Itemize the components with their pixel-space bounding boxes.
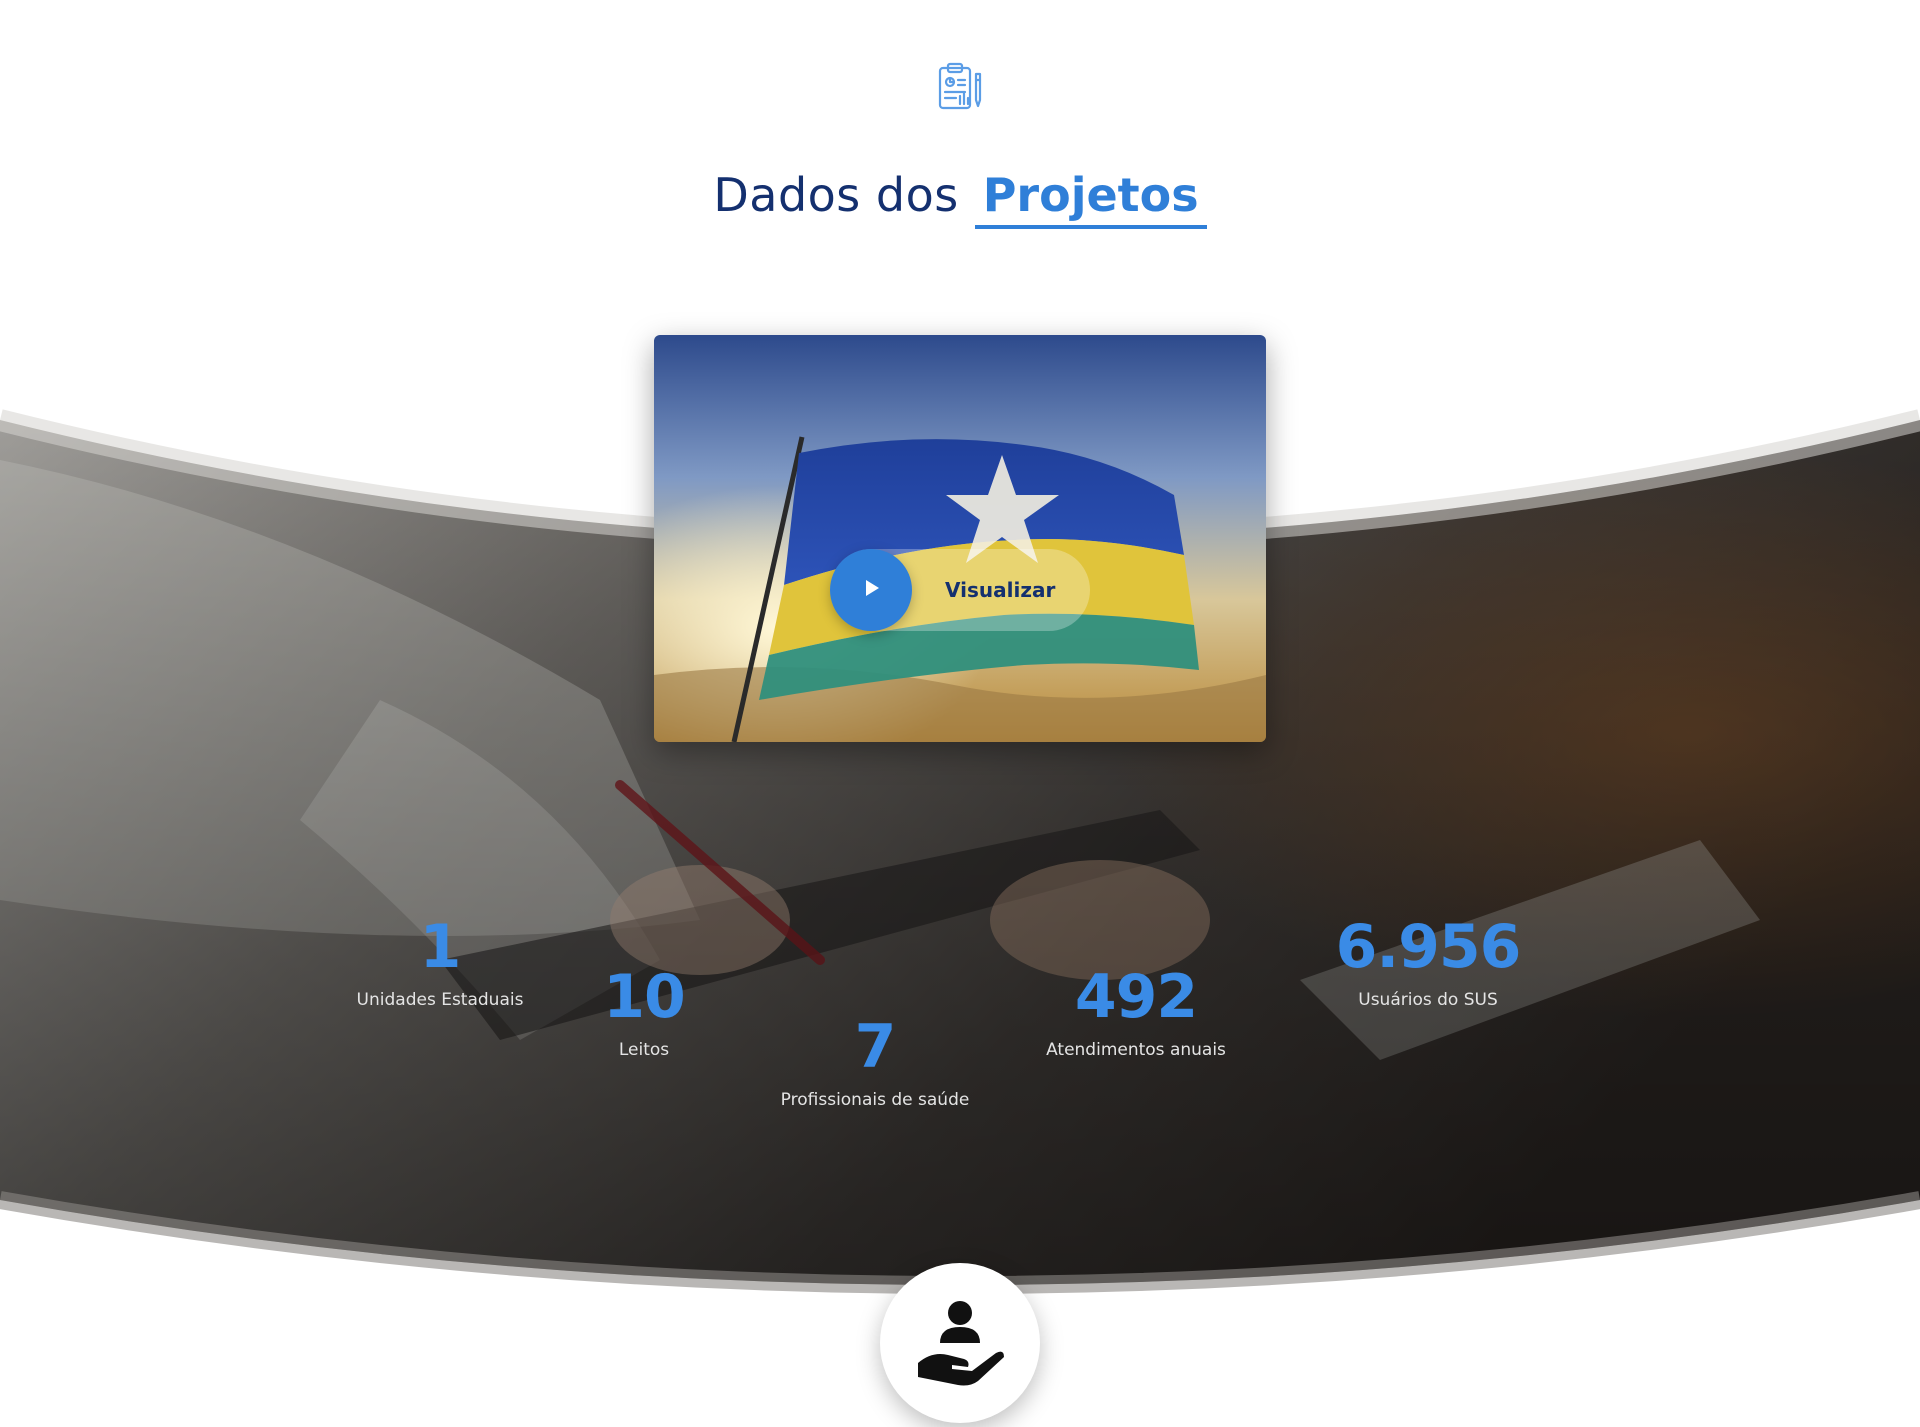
stat-label: Profissionais de saúde (780, 1090, 970, 1110)
care-badge (880, 1263, 1040, 1423)
section-title: Dados dos Projetos (0, 160, 1920, 230)
stat-value: 7 (854, 1012, 897, 1082)
stat-usuarios: 6.956 Usuários do SUS (1278, 915, 1578, 1011)
stat-value: 492 (1074, 962, 1198, 1032)
play-label[interactable]: Visualizar (945, 549, 1055, 631)
play-button[interactable] (830, 549, 912, 631)
video-thumbnail[interactable]: Visualizar (654, 335, 1266, 742)
play-icon (860, 577, 882, 604)
stat-label: Atendimentos anuais (1046, 1040, 1226, 1060)
section-title-plain: Dados dos (713, 168, 959, 222)
stat-profissionais: 7 Profissionais de saúde (725, 1015, 1025, 1111)
stat-atendimentos: 492 Atendimentos anuais (986, 965, 1286, 1061)
report-clipboard-icon (934, 60, 988, 114)
stat-value: 6.956 (1335, 912, 1522, 982)
section-title-highlight: Projetos (974, 165, 1207, 229)
person-in-hand-icon (912, 1293, 1008, 1394)
flag-image (654, 335, 1266, 742)
play-control[interactable]: Visualizar (830, 549, 1090, 631)
stat-label: Usuários do SUS (1358, 990, 1498, 1010)
